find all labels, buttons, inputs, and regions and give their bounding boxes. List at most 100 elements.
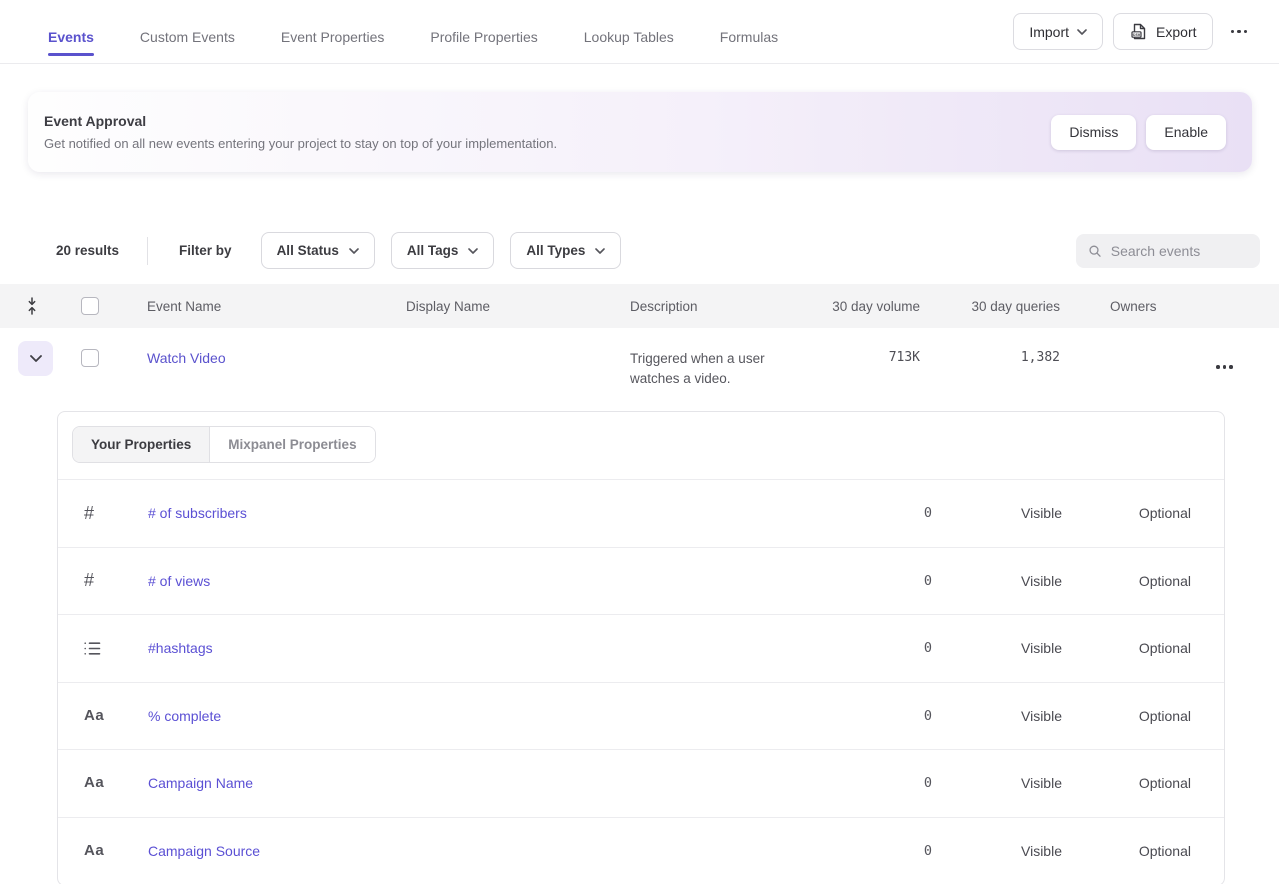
event-row-watch-video: Watch Video Triggered when a user watche… [0,328,1279,411]
underline-spacer [584,53,674,56]
tab-your-properties[interactable]: Your Properties [73,427,210,462]
chevron-down-icon [1077,29,1087,35]
enable-button[interactable]: Enable [1146,115,1226,150]
property-name-link[interactable]: # of subscribers [148,505,852,521]
divider [147,237,148,265]
property-row: # # of views 0 Visible Optional [58,548,1224,616]
number-type-icon: # [84,503,94,523]
property-name-link[interactable]: # of views [148,573,852,589]
tab-formulas[interactable]: Formulas [720,8,778,56]
tab-profile-properties[interactable]: Profile Properties [430,8,537,56]
property-visibility: Visible [932,505,1096,521]
import-button[interactable]: Import [1013,13,1103,50]
types-filter-label: All Types [526,243,585,258]
properties-tab-bar: Your Properties Mixpanel Properties [58,412,1224,480]
export-button-label: Export [1156,24,1196,40]
property-row: Aa % complete 0 Visible Optional [58,683,1224,751]
chevron-down-icon [595,248,605,254]
tab-custom-events-label: Custom Events [140,29,235,45]
status-filter-dropdown[interactable]: All Status [261,232,375,269]
property-requirement: Optional [1096,640,1224,656]
underline-spacer [140,53,235,56]
event-name-link[interactable]: Watch Video [130,341,389,366]
active-tab-underline [48,53,94,56]
property-visibility: Visible [932,573,1096,589]
property-visibility: Visible [932,775,1096,791]
export-button[interactable]: csv Export [1113,13,1212,50]
tab-mixpanel-properties[interactable]: Mixpanel Properties [210,427,374,462]
column-header-owners[interactable]: Owners [1060,299,1170,314]
banner-actions: Dismiss Enable [1051,115,1226,150]
property-name-link[interactable]: % complete [148,708,852,724]
tab-profile-properties-label: Profile Properties [430,29,537,45]
filter-row: 20 results Filter by All Status All Tags… [56,232,1260,269]
collapse-row-button[interactable] [18,341,53,376]
svg-text:csv: csv [1133,32,1141,37]
property-requirement: Optional [1096,843,1224,859]
csv-file-icon: csv [1129,22,1148,41]
property-requirement: Optional [1096,708,1224,724]
column-header-event-name[interactable]: Event Name [130,299,389,314]
property-queries: 0 [852,573,932,589]
dismiss-button[interactable]: Dismiss [1051,115,1136,150]
row-checkbox[interactable] [81,349,99,367]
underline-spacer [720,53,778,56]
property-queries: 0 [852,505,932,521]
results-count: 20 results [56,243,119,258]
text-type-icon: Aa [84,774,104,791]
tab-lookup-tables[interactable]: Lookup Tables [584,8,674,56]
property-name-link[interactable]: #hashtags [148,640,852,656]
search-icon [1088,243,1102,259]
tab-event-properties[interactable]: Event Properties [281,8,385,56]
properties-panel: Your Properties Mixpanel Properties # # … [57,411,1225,884]
column-header-queries[interactable]: 30 day queries [920,299,1060,314]
event-approval-banner: Event Approval Get notified on all new e… [28,92,1252,172]
text-type-icon: Aa [84,707,104,724]
column-header-display-name[interactable]: Display Name [389,299,613,314]
nav-tabs: Events Custom Events Event Properties Pr… [48,8,1013,56]
tags-filter-label: All Tags [407,243,459,258]
text-type-icon: Aa [84,842,104,859]
property-row: # # of subscribers 0 Visible Optional [58,480,1224,548]
event-queries: 1,382 [920,341,1060,365]
property-row: Aa Campaign Source 0 Visible Optional [58,818,1224,884]
collapse-all-icon[interactable] [25,297,39,315]
properties-segmented-control: Your Properties Mixpanel Properties [72,426,376,463]
column-header-volume[interactable]: 30 day volume [803,299,920,314]
property-requirement: Optional [1096,505,1224,521]
column-header-description[interactable]: Description [613,299,803,314]
top-navigation: Events Custom Events Event Properties Pr… [0,0,1279,64]
property-row: #hashtags 0 Visible Optional [58,615,1224,683]
banner-description: Get notified on all new events entering … [44,136,1051,151]
status-filter-label: All Status [277,243,339,258]
underline-spacer [430,53,537,56]
search-input[interactable] [1111,243,1248,259]
row-actions-icon[interactable] [1208,357,1241,377]
chevron-down-icon [349,248,359,254]
select-all-checkbox[interactable] [81,297,99,315]
event-description: Triggered when a user watches a video. [613,341,803,388]
property-row: Aa Campaign Name 0 Visible Optional [58,750,1224,818]
more-options-icon[interactable] [1223,22,1256,42]
tab-lookup-tables-label: Lookup Tables [584,29,674,45]
nav-actions: Import csv Export [1013,13,1255,50]
property-name-link[interactable]: Campaign Source [148,843,852,859]
underline-spacer [281,53,385,56]
events-table-header: Event Name Display Name Description 30 d… [0,284,1279,328]
tab-events[interactable]: Events [48,8,94,56]
property-visibility: Visible [932,640,1096,656]
tab-custom-events[interactable]: Custom Events [140,8,235,56]
chevron-down-icon [30,355,42,362]
property-visibility: Visible [932,708,1096,724]
import-button-label: Import [1029,24,1069,40]
tags-filter-dropdown[interactable]: All Tags [391,232,495,269]
banner-title: Event Approval [44,113,1051,129]
property-queries: 0 [852,775,932,791]
tab-event-properties-label: Event Properties [281,29,385,45]
types-filter-dropdown[interactable]: All Types [510,232,621,269]
property-requirement: Optional [1096,775,1224,791]
chevron-down-icon [468,248,478,254]
tab-events-label: Events [48,29,94,45]
property-queries: 0 [852,843,932,859]
property-name-link[interactable]: Campaign Name [148,775,852,791]
